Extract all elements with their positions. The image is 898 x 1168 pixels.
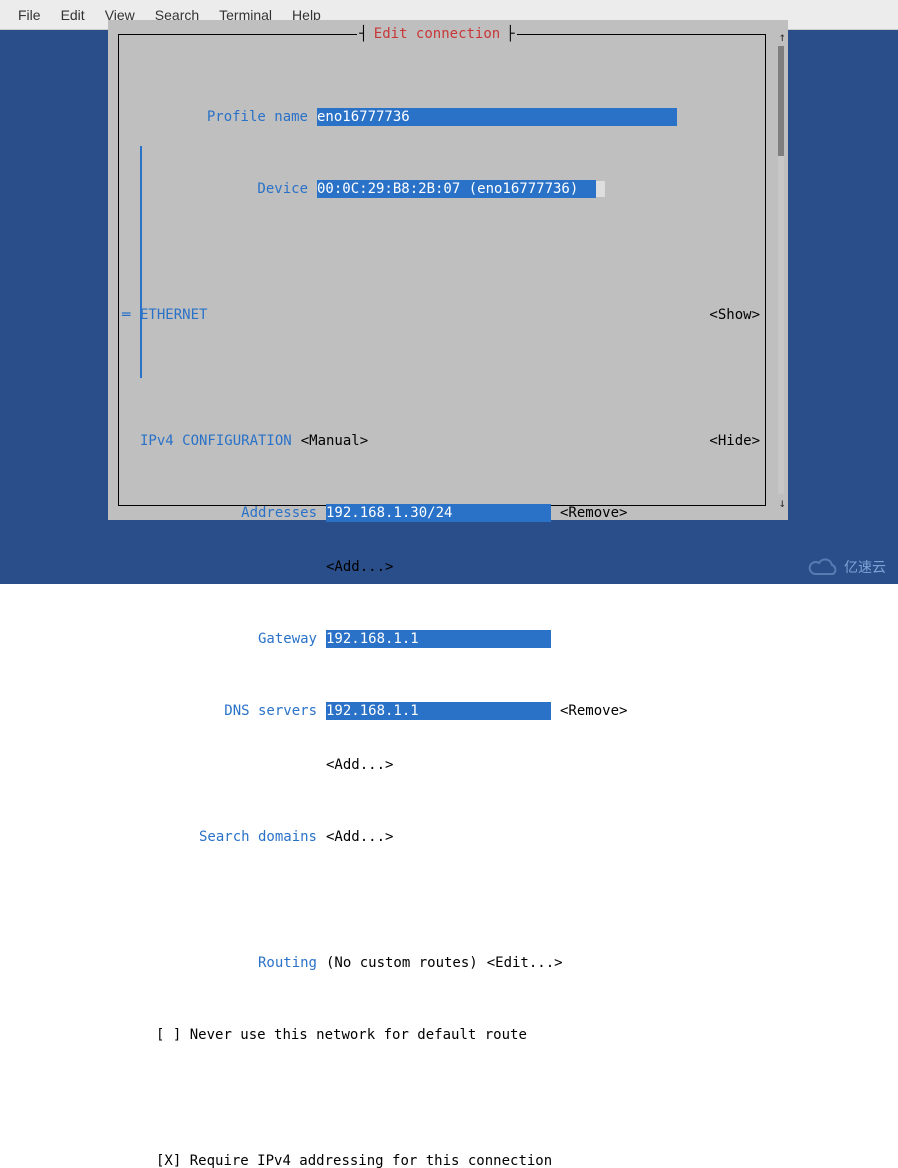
ipv4-mode-select[interactable]: <Manual>	[301, 432, 368, 450]
profile-name-input[interactable]: eno16777736	[317, 108, 677, 126]
scroll-down-arrow[interactable]: ↓	[779, 494, 786, 512]
routing-label: Routing	[122, 954, 317, 972]
address-add-button[interactable]: <Add...>	[326, 558, 393, 576]
scroll-up-arrow[interactable]: ↑	[779, 28, 786, 46]
dns-remove-button[interactable]: <Remove>	[560, 702, 627, 720]
dialog-title: Edit connection	[370, 25, 504, 43]
menu-edit[interactable]: Edit	[51, 3, 95, 27]
routing-value: (No custom routes)	[326, 954, 478, 972]
device-input[interactable]: 00:0C:29:B8:2B:07 (eno16777736)	[317, 180, 596, 198]
gateway-input[interactable]: 192.168.1.1	[326, 630, 551, 648]
address-input[interactable]: 192.168.1.30/24	[326, 504, 551, 522]
device-label: Device	[122, 180, 308, 198]
routing-edit-button[interactable]: <Edit...>	[487, 954, 563, 972]
nmtui-dialog: ┤Edit connection├ ↑ ↓ Profile name eno16…	[108, 20, 788, 520]
dialog-scrollbar-thumb[interactable]	[778, 46, 784, 156]
ethernet-show-button[interactable]: <Show>	[709, 306, 760, 324]
search-domains-add-button[interactable]: <Add...>	[326, 828, 393, 846]
menu-file[interactable]: File	[8, 3, 51, 27]
require-ipv4-checkbox[interactable]: [X] Require IPv4 addressing for this con…	[156, 1152, 552, 1168]
profile-name-label: Profile name	[122, 108, 308, 126]
addresses-label: Addresses	[122, 504, 317, 522]
ipv4-tree-line	[140, 146, 142, 378]
dns-input[interactable]: 192.168.1.1	[326, 702, 551, 720]
watermark-text: 亿速云	[844, 557, 886, 577]
ipv4-section-title: IPv4 CONFIGURATION	[140, 432, 292, 450]
dialog-scrollbar[interactable]	[778, 46, 784, 494]
dns-add-button[interactable]: <Add...>	[326, 756, 393, 774]
ethernet-collapse-handle[interactable]: ═	[122, 306, 140, 324]
ethernet-section-title: ETHERNET	[140, 306, 207, 324]
ipv4-hide-button[interactable]: <Hide>	[709, 432, 760, 450]
search-domains-label: Search domains	[122, 828, 317, 846]
gateway-label: Gateway	[122, 630, 317, 648]
address-remove-button[interactable]: <Remove>	[560, 504, 627, 522]
watermark: 亿速云	[806, 556, 886, 578]
never-default-route-checkbox[interactable]: [ ] Never use this network for default r…	[156, 1026, 527, 1044]
dns-servers-label: DNS servers	[122, 702, 317, 720]
text-cursor	[596, 181, 605, 197]
dialog-title-bar: ┤Edit connection├	[108, 25, 766, 43]
cloud-icon	[806, 556, 840, 578]
